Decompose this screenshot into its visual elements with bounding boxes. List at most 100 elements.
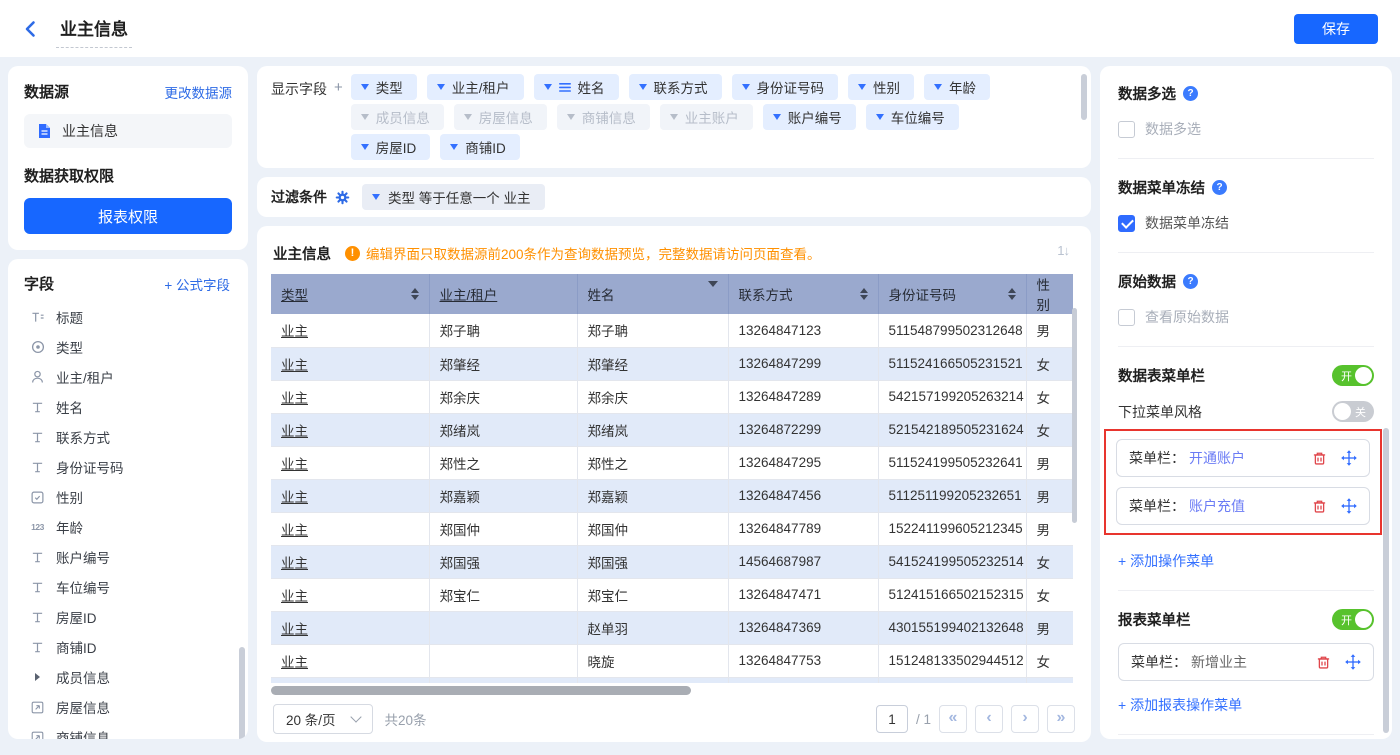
- change-datasource-link[interactable]: 更改数据源: [165, 82, 233, 102]
- table-cell: 13264847123: [728, 314, 878, 347]
- help-icon[interactable]: [1183, 274, 1198, 289]
- scrollbar-thumb[interactable]: [271, 686, 691, 695]
- report-menu-toggle[interactable]: 开: [1332, 609, 1374, 630]
- display-fields-scrollbar[interactable]: [1081, 74, 1087, 120]
- table-row[interactable]: 业主郑肇经郑肇经13264847299511524166505231521女: [271, 347, 1073, 380]
- sort-icon[interactable]: [860, 288, 868, 300]
- table-row[interactable]: 业主郑国仲郑国仲13264847789152241199605212345男: [271, 512, 1073, 545]
- field-item[interactable]: 账户编号: [24, 542, 240, 572]
- drag-icon[interactable]: [1341, 498, 1357, 514]
- field-item[interactable]: 联系方式: [24, 422, 240, 452]
- column-header[interactable]: 姓名: [577, 274, 728, 314]
- table-row[interactable]: 业主郑嘉颖郑嘉颖13264847456511251199205232651男: [271, 479, 1073, 512]
- display-field-chip[interactable]: 房屋ID: [351, 134, 431, 160]
- field-item[interactable]: 姓名: [24, 392, 240, 422]
- back-button[interactable]: [22, 20, 40, 38]
- drag-icon[interactable]: [1341, 450, 1357, 466]
- page-number-input[interactable]: [876, 705, 908, 733]
- display-field-chip[interactable]: 车位编号: [866, 104, 959, 130]
- field-item[interactable]: 性别: [24, 482, 240, 512]
- display-field-chip[interactable]: 姓名: [534, 74, 619, 100]
- column-header[interactable]: 身份证号码: [878, 274, 1026, 314]
- next-page-icon[interactable]: ›: [1011, 705, 1039, 733]
- field-item[interactable]: 商铺ID: [24, 632, 240, 662]
- display-field-chip[interactable]: 身份证号码: [732, 74, 839, 100]
- table-vertical-scrollbar[interactable]: [1072, 308, 1077, 523]
- display-field-chip[interactable]: 商铺ID: [440, 134, 520, 160]
- help-icon[interactable]: [1212, 180, 1227, 195]
- dropdown-style-toggle[interactable]: 关: [1332, 401, 1374, 422]
- table-row[interactable]: 业主郑宝仁郑宝仁13264847471512415166502152315女: [271, 578, 1073, 611]
- add-display-field-button[interactable]: +: [334, 79, 343, 160]
- table-horizontal-scrollbar[interactable]: [271, 686, 1077, 695]
- field-item[interactable]: 房屋信息: [24, 692, 240, 722]
- table-row[interactable]: 业主郑余庆郑余庆13264847289542157199205263214女: [271, 380, 1073, 413]
- delete-icon[interactable]: [1316, 655, 1331, 670]
- table-menu-items: 菜单栏：开通账户菜单栏：账户充值: [1116, 439, 1370, 525]
- field-item[interactable]: 身份证号码: [24, 452, 240, 482]
- display-field-chip[interactable]: 房屋信息: [454, 104, 547, 130]
- prev-page-icon[interactable]: ‹: [975, 705, 1003, 733]
- display-field-chip[interactable]: 账户编号: [763, 104, 856, 130]
- display-field-chip[interactable]: 联系方式: [629, 74, 722, 100]
- help-icon[interactable]: [1183, 86, 1198, 101]
- gear-icon[interactable]: [335, 190, 350, 205]
- column-header[interactable]: 性别: [1026, 274, 1073, 314]
- save-button[interactable]: 保存: [1294, 14, 1378, 44]
- add-report-action-menu-link[interactable]: + 添加报表操作菜单: [1118, 695, 1242, 715]
- table-menu-toggle[interactable]: 开: [1332, 365, 1374, 386]
- menu-bar-item[interactable]: 菜单栏：开通账户: [1116, 439, 1370, 477]
- add-action-menu-link[interactable]: + 添加操作菜单: [1118, 551, 1214, 571]
- report-permission-button[interactable]: 报表权限: [24, 198, 232, 234]
- display-field-chip[interactable]: 性别: [848, 74, 914, 100]
- menu-freeze-checkbox[interactable]: [1118, 215, 1135, 232]
- multi-select-checkbox[interactable]: [1118, 121, 1135, 138]
- first-page-icon[interactable]: «: [939, 705, 967, 733]
- table-row[interactable]: 业主赵单羽13264847369430155199402132648男: [271, 611, 1073, 644]
- table-cell: 511524199505232641: [878, 446, 1026, 479]
- field-item[interactable]: 商铺信息: [24, 722, 240, 739]
- delete-icon[interactable]: [1312, 451, 1327, 466]
- field-item[interactable]: 成员信息: [24, 662, 240, 692]
- fields-scrollbar[interactable]: [239, 647, 245, 739]
- field-item[interactable]: 业主/租户: [24, 362, 240, 392]
- text-icon: [29, 641, 46, 654]
- display-field-chip[interactable]: 商铺信息: [557, 104, 650, 130]
- settings-scrollbar[interactable]: [1383, 428, 1389, 733]
- table-row[interactable]: 业主郑性之郑性之13264847295511524199505232641男: [271, 446, 1073, 479]
- table-row[interactable]: 业主晓旋13264847753151248133502944512女: [271, 644, 1073, 677]
- column-header[interactable]: 类型: [271, 274, 429, 314]
- datasource-item[interactable]: 业主信息: [24, 114, 232, 148]
- filter-condition-chip[interactable]: 类型 等于任意一个 业主: [362, 184, 545, 210]
- display-field-chip[interactable]: 类型: [351, 74, 417, 100]
- number-icon: 123: [29, 522, 46, 532]
- display-field-chip[interactable]: 业主/租户: [427, 74, 524, 100]
- table-row[interactable]: 业主郑绪岚郑绪岚13264872299521542189505231624女: [271, 413, 1073, 446]
- table-cell: 511251199205232651: [878, 479, 1026, 512]
- add-formula-field-link[interactable]: + 公式字段: [164, 274, 230, 294]
- menu-bar-item[interactable]: 菜单栏：新增业主: [1118, 643, 1374, 681]
- raw-data-checkbox[interactable]: [1118, 309, 1135, 326]
- column-header[interactable]: 业主/租户: [429, 274, 577, 314]
- field-item[interactable]: 车位编号: [24, 572, 240, 602]
- sort-icon[interactable]: [1008, 288, 1016, 300]
- sort-icon[interactable]: [411, 288, 419, 300]
- display-field-chip[interactable]: 成员信息: [351, 104, 444, 130]
- field-item[interactable]: 123年龄: [24, 512, 240, 542]
- fields-section-title: 字段: [24, 273, 54, 294]
- table-row[interactable]: 业主郑国强郑国强14564687987541524199505232514女: [271, 545, 1073, 578]
- sort-order-button[interactable]: 1↓: [1051, 240, 1075, 261]
- drag-icon[interactable]: [1345, 654, 1361, 670]
- table-row[interactable]: 业主郑子聃郑子聃13264847123511548799502312648男: [271, 314, 1073, 347]
- page-size-select[interactable]: 20 条/页: [273, 704, 373, 734]
- last-page-icon[interactable]: »: [1047, 705, 1075, 733]
- menu-bar-item[interactable]: 菜单栏：账户充值: [1116, 487, 1370, 525]
- sort-desc-icon[interactable]: [708, 287, 718, 302]
- field-item[interactable]: 房屋ID: [24, 602, 240, 632]
- field-item[interactable]: 类型: [24, 332, 240, 362]
- display-field-chip[interactable]: 年龄: [924, 74, 990, 100]
- field-item[interactable]: 标题: [24, 302, 240, 332]
- column-header[interactable]: 联系方式: [728, 274, 878, 314]
- delete-icon[interactable]: [1312, 499, 1327, 514]
- display-field-chip[interactable]: 业主账户: [660, 104, 753, 130]
